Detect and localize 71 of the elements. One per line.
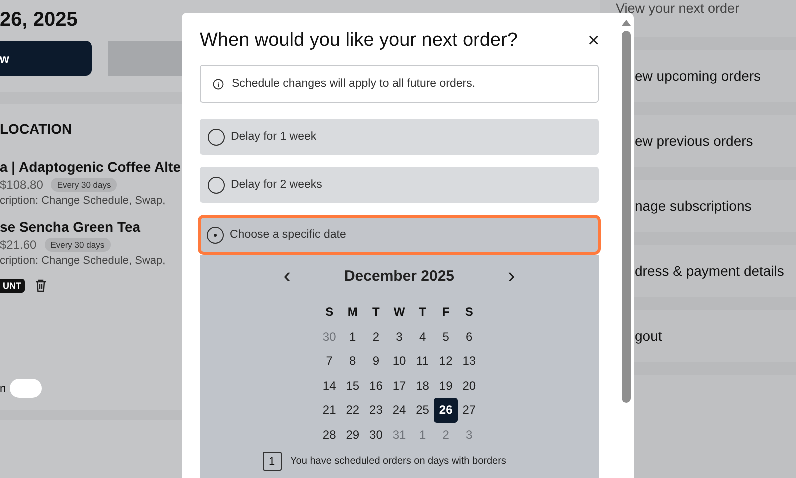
radio-option[interactable]: Delay for 2 weeks [200,167,599,203]
calendar-day[interactable]: 17 [388,374,412,398]
calendar-day[interactable]: 13 [458,349,482,374]
redaction-pill [10,379,42,398]
calendar-day[interactable]: 1 [341,324,365,349]
weekday-label: M [346,304,359,318]
product-name: se Sencha Green Tea [0,219,142,235]
calendar-day[interactable]: 2 [364,324,388,349]
weekday-label: F [441,304,451,318]
calendar-day[interactable]: 29 [341,422,365,447]
calendar-day[interactable]: 8 [341,349,365,374]
calendar-day[interactable]: 11 [411,349,434,374]
calendar-day[interactable]: 21 [318,398,342,422]
weekday-label: T [372,304,381,318]
calendar-day[interactable]: 15 [341,374,365,398]
calendar-day[interactable]: 25 [411,398,434,422]
primary-button[interactable]: w [0,41,92,76]
calendar-day[interactable]: 10 [388,349,412,374]
option-label: Delay for 1 week [231,131,317,143]
calendar-day[interactable]: 27 [458,398,482,422]
radio-icon [208,128,225,146]
option-label: Delay for 2 weeks [231,179,322,191]
info-icon [213,78,224,90]
month-title: December 2025 [344,268,455,284]
scroll-up-icon[interactable] [622,20,630,26]
calendar-day[interactable]: 23 [364,398,388,422]
radio-option[interactable]: Delay for 1 week [200,119,599,155]
product-name: a | Adaptogenic Coffee Alte [0,159,182,175]
calendar-day[interactable]: 19 [434,374,458,398]
weekday-label: W [392,304,406,318]
frequency-tag: Every 30 days [44,238,111,252]
calendar-day[interactable]: 16 [364,374,388,398]
weekday-label: S [324,304,335,318]
calendar-day[interactable]: 18 [411,374,434,398]
calendar-day[interactable]: 14 [318,374,342,398]
radio-icon [208,176,225,194]
product-description: cription: Change Schedule, Swap, [0,195,167,207]
section-title: LOCATION [0,121,72,139]
legend-sample: 1 [262,452,282,471]
radio-option[interactable]: Choose a specific date [198,215,601,255]
calendar-day[interactable]: 3 [388,324,412,349]
calendar-day[interactable]: 22 [341,398,365,422]
calendar-day[interactable]: 12 [434,349,458,374]
calendar-day[interactable]: 26 [434,398,458,422]
calendar-day[interactable]: 7 [318,349,342,374]
calendar-day[interactable]: 4 [411,324,434,349]
legend-text: You have scheduled orders on days with borders [290,456,506,467]
dialog-title: When would you like your next order? [200,30,518,52]
frequency-tag: Every 30 days [51,178,118,192]
weekday-label: S [464,304,474,318]
footer-label: n [0,382,6,394]
product-price: $108.80 [0,178,44,192]
calendar-day[interactable]: 24 [388,398,412,422]
product-price: $21.60 [0,238,37,252]
radio-icon [207,226,224,244]
discount-badge: UNT [0,279,24,293]
option-label: Choose a specific date [230,229,346,241]
product-description: cription: Change Schedule, Swap, [0,255,166,267]
calendar-day[interactable]: 20 [458,374,482,398]
calendar-day[interactable]: 5 [434,324,458,349]
calendar-day[interactable]: 9 [364,349,388,374]
calendar-day[interactable]: 30 [364,422,388,447]
scrollbar-thumb[interactable] [622,31,630,403]
calendar-day[interactable]: 6 [458,324,482,349]
trash-icon[interactable] [34,279,46,293]
date-heading: 26, 2025 [0,9,78,33]
calendar-day[interactable]: 28 [318,422,342,447]
previous-month-button[interactable]: ‹ [280,264,294,288]
weekday-label: T [418,304,428,318]
next-month-button[interactable]: › [504,264,519,288]
notice-text: Schedule changes will apply to all future orders. [232,78,476,90]
